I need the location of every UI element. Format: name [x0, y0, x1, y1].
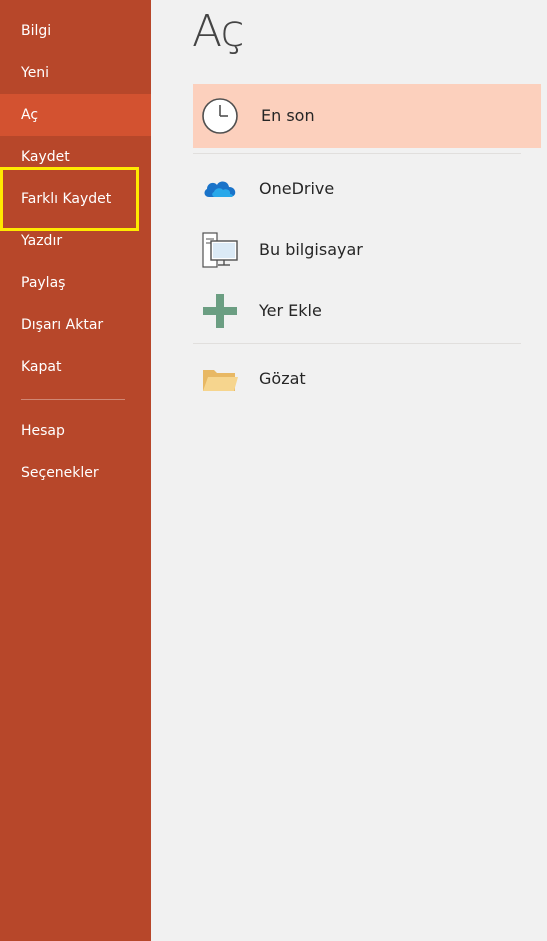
location-onedrive[interactable]: OneDrive: [193, 158, 541, 220]
backstage-sidebar: Bilgi Yeni Aç Kaydet Farklı Kaydet Yazdı…: [0, 0, 151, 941]
open-panel: Aç En son OneDrive Bu bilgisayar Yer Ekl…: [151, 0, 547, 941]
sidebar-item-disari-aktar[interactable]: Dışarı Aktar: [0, 304, 151, 346]
sidebar-item-hesap[interactable]: Hesap: [0, 410, 151, 452]
location-this-pc[interactable]: Bu bilgisayar: [193, 219, 541, 281]
sidebar-item-yazdir[interactable]: Yazdır: [0, 220, 151, 262]
sidebar-item-bilgi[interactable]: Bilgi: [0, 10, 151, 52]
sidebar-item-kapat[interactable]: Kapat: [0, 346, 151, 388]
divider: [193, 343, 521, 344]
location-label: Bu bilgisayar: [259, 240, 363, 259]
sidebar-item-ac[interactable]: Aç: [0, 94, 151, 136]
location-add-place[interactable]: Yer Ekle: [193, 280, 541, 342]
onedrive-cloud-icon: [201, 170, 239, 208]
folder-icon: [201, 360, 239, 398]
location-recent[interactable]: En son: [193, 84, 541, 148]
sidebar-item-paylas[interactable]: Paylaş: [0, 262, 151, 304]
location-label: OneDrive: [259, 179, 335, 198]
sidebar-item-secenekler[interactable]: Seçenekler: [0, 452, 151, 494]
divider: [193, 153, 521, 154]
location-browse[interactable]: Gözat: [193, 348, 541, 410]
plus-icon: [201, 292, 239, 330]
location-label: Gözat: [259, 369, 306, 388]
clock-icon: [201, 97, 239, 135]
sidebar-divider: [21, 399, 125, 400]
sidebar-item-yeni[interactable]: Yeni: [0, 52, 151, 94]
computer-icon: [201, 231, 239, 269]
location-label: Yer Ekle: [259, 301, 322, 320]
page-title: Aç: [192, 6, 245, 57]
location-label: En son: [261, 106, 315, 125]
backstage-view: Bilgi Yeni Aç Kaydet Farklı Kaydet Yazdı…: [0, 0, 547, 941]
